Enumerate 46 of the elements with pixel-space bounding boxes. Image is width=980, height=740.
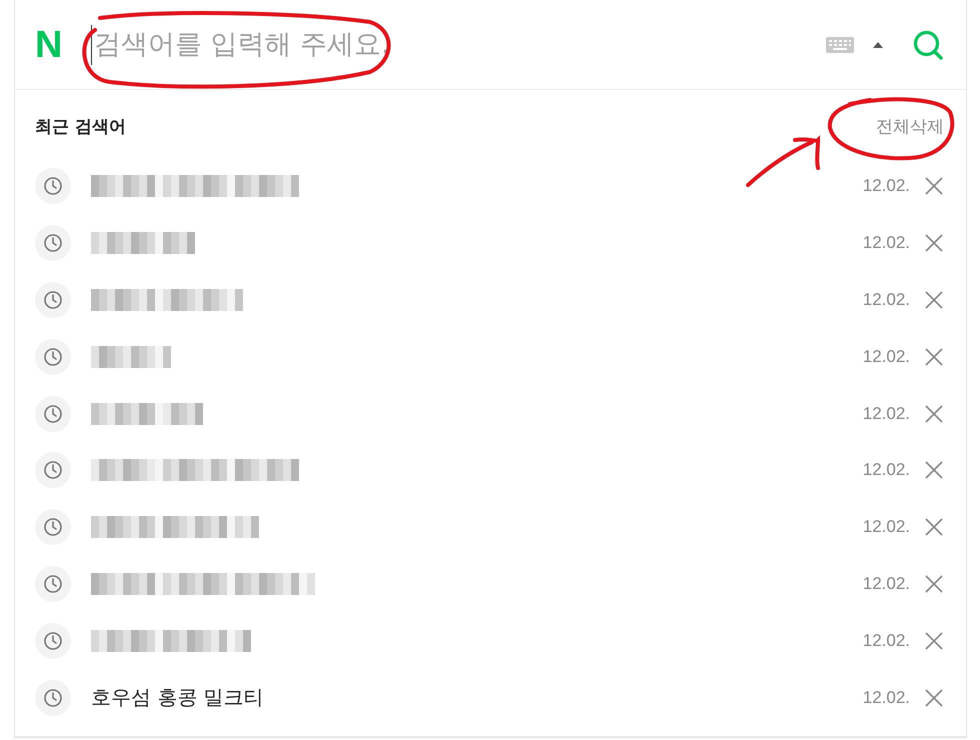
search-date: 12.02. (862, 176, 910, 196)
clock-icon (35, 225, 71, 262)
search-date: 12.02. (862, 346, 910, 367)
clock-icon (35, 282, 71, 318)
search-icon[interactable] (912, 28, 944, 60)
search-date: 12.02. (862, 517, 910, 538)
search-term[interactable]: 호우섬 홍콩 밀크티 (91, 684, 264, 712)
blurred-text[interactable] (91, 459, 299, 482)
close-icon[interactable] (924, 688, 944, 708)
clock-icon (35, 680, 71, 716)
close-icon[interactable] (924, 176, 944, 196)
caret-icon[interactable] (872, 40, 884, 48)
logo[interactable]: N (35, 26, 73, 64)
blurred-text[interactable] (91, 630, 251, 652)
clock-icon (35, 452, 71, 488)
search-date: 12.02. (862, 688, 910, 708)
close-icon[interactable] (924, 517, 944, 538)
search-date: 12.02. (862, 404, 910, 424)
close-icon[interactable] (924, 346, 944, 367)
close-icon[interactable] (924, 460, 944, 480)
search-date: 12.02. (862, 630, 910, 651)
close-icon[interactable] (924, 290, 944, 310)
close-icon[interactable] (924, 404, 944, 424)
close-icon[interactable] (924, 233, 944, 254)
clear-all-button[interactable]: 전체삭제 (876, 114, 944, 138)
blurred-text[interactable] (91, 175, 299, 198)
blurred-text[interactable] (91, 346, 171, 368)
blurred-text[interactable] (91, 572, 315, 595)
clock-icon (35, 622, 71, 659)
search-date: 12.02. (862, 574, 910, 594)
blurred-text[interactable] (91, 232, 195, 254)
search-date: 12.02. (862, 233, 910, 254)
search-date: 12.02. (862, 460, 910, 480)
clock-icon (35, 396, 71, 432)
blurred-text[interactable] (91, 288, 243, 311)
clock-icon (35, 566, 71, 602)
section-title: 최근 검색어 (35, 116, 126, 138)
clock-icon (35, 168, 71, 204)
clock-icon (35, 338, 71, 375)
search-field[interactable]: 검색어를 입력해 주세요. (91, 24, 814, 64)
clock-icon (35, 509, 71, 546)
blurred-text[interactable] (91, 402, 203, 425)
blurred-text[interactable] (91, 516, 259, 538)
close-icon[interactable] (924, 574, 944, 594)
close-icon[interactable] (924, 630, 944, 651)
search-date: 12.02. (862, 290, 910, 310)
